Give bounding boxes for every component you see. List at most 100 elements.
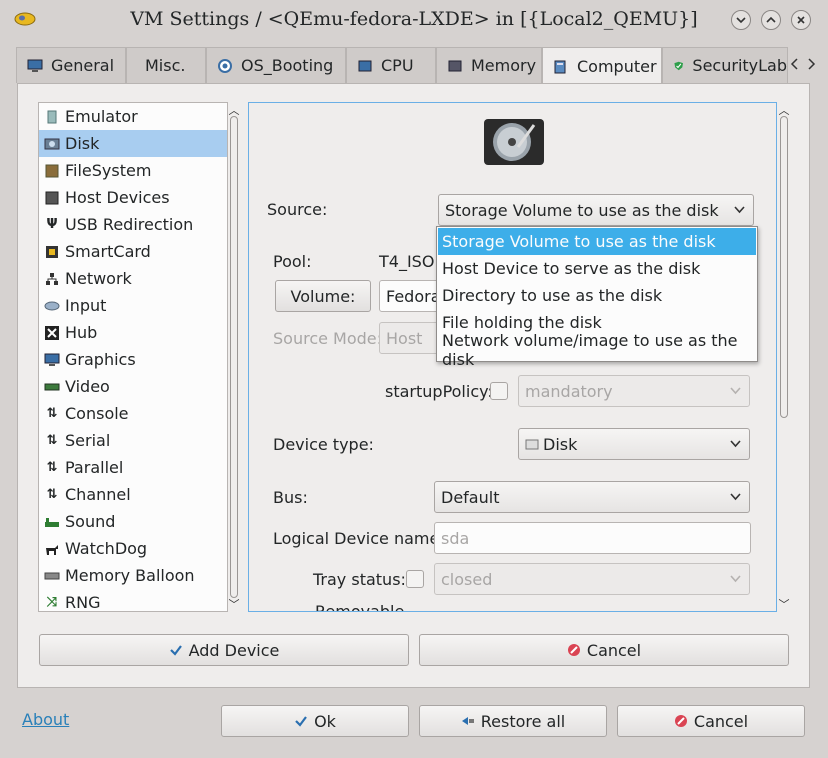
device-list-scrollbar[interactable]: ︿ ﹀ (228, 102, 240, 612)
tab-scroll-left-button[interactable] (790, 55, 800, 74)
tab-memory-label: Memory (471, 56, 537, 75)
device-label: Hub (65, 323, 98, 342)
device-list[interactable]: Emulator Disk FileSystem Host Devices ΨU… (38, 102, 228, 612)
host-devices-icon (44, 190, 60, 206)
source-select[interactable]: Storage Volume to use as the disk (438, 194, 754, 226)
cancel-label: Cancel (693, 711, 749, 731)
device-item-usb-redirection[interactable]: Ψ USB Redirection (39, 211, 227, 238)
close-icon (797, 16, 805, 24)
device-type-select[interactable]: Disk (518, 428, 750, 460)
device-label: Console (65, 404, 129, 423)
device-label: Serial (65, 431, 111, 450)
device-label: Graphics (65, 350, 136, 369)
chevron-down-icon (730, 493, 741, 501)
add-device-label: Add Device (188, 640, 280, 660)
maximize-button[interactable] (761, 10, 781, 30)
tab-misc-label: Misc. (145, 56, 186, 75)
device-item-filesystem[interactable]: FileSystem (39, 157, 227, 184)
device-item-memory-balloon[interactable]: Memory Balloon (39, 562, 227, 589)
device-label: FileSystem (65, 161, 152, 180)
device-item-smartcard[interactable]: SmartCard (39, 238, 227, 265)
emulator-icon (44, 109, 60, 125)
usb-icon: Ψ (46, 217, 58, 232)
tray-status-checkbox[interactable] (406, 570, 424, 588)
filesystem-icon (44, 163, 60, 179)
tab-general[interactable]: General (16, 47, 126, 83)
device-item-network[interactable]: Network (39, 265, 227, 292)
hard-disk-icon (484, 119, 544, 165)
tab-cpu[interactable]: CPU (346, 47, 436, 83)
device-item-hub[interactable]: Hub (39, 319, 227, 346)
tab-memory[interactable]: Memory (436, 47, 542, 83)
monitor-icon (27, 59, 43, 72)
device-item-host-devices[interactable]: Host Devices (39, 184, 227, 211)
device-item-parallel[interactable]: ⇅ Parallel (39, 454, 227, 481)
logical-device-name-label: Logical Device name: (273, 529, 445, 548)
source-label: Source: (267, 200, 328, 219)
panel-cancel-button[interactable]: Cancel (419, 634, 789, 666)
tab-cpu-label: CPU (381, 56, 414, 75)
scrollbar-thumb[interactable] (230, 116, 238, 598)
device-label: Input (65, 296, 107, 315)
cancel-button[interactable]: Cancel (617, 705, 805, 737)
pool-value: T4_ISO (379, 252, 435, 271)
graphics-icon (44, 352, 60, 368)
device-item-rng[interactable]: ⤨ RNG (39, 589, 227, 611)
chevron-down-icon (736, 17, 746, 24)
tab-securitylab[interactable]: SecurityLab (662, 47, 788, 83)
tab-scroll-right-button[interactable] (806, 55, 816, 74)
tab-general-label: General (51, 56, 115, 75)
serial-icon: ⇅ (46, 433, 58, 448)
source-option[interactable]: Storage Volume to use as the disk (438, 228, 756, 255)
memory-balloon-icon (44, 568, 60, 584)
device-item-serial[interactable]: ⇅ Serial (39, 427, 227, 454)
device-item-emulator[interactable]: Emulator (39, 103, 227, 130)
device-item-video[interactable]: Video (39, 373, 227, 400)
volume-button[interactable]: Volume: (275, 280, 371, 312)
device-item-sound[interactable]: Sound (39, 508, 227, 535)
close-button[interactable] (791, 10, 811, 30)
about-link[interactable]: About (22, 710, 69, 729)
volume-field-value: Fedora (386, 286, 441, 306)
device-item-graphics[interactable]: Graphics (39, 346, 227, 373)
source-option[interactable]: Network volume/image to use as the disk (438, 331, 756, 369)
add-device-button[interactable]: Add Device (39, 634, 409, 666)
minimize-button[interactable] (731, 10, 751, 30)
ok-button[interactable]: Ok (221, 705, 409, 737)
bus-select[interactable]: Default (434, 481, 750, 513)
shield-icon (674, 61, 683, 70)
startup-policy-label: startupPolicy: (385, 382, 493, 401)
tab-misc[interactable]: Misc. (126, 47, 206, 83)
startup-policy-select[interactable]: mandatory (518, 375, 750, 407)
tab-computer[interactable]: Computer (542, 47, 662, 85)
scrollbar-thumb[interactable] (780, 116, 788, 418)
tab-os-booting[interactable]: OS_Booting (206, 47, 346, 83)
restore-all-button[interactable]: Restore all (419, 705, 607, 737)
tab-securitylab-label: SecurityLab (692, 56, 787, 75)
device-item-channel[interactable]: ⇅ Channel (39, 481, 227, 508)
device-type-value: Disk (543, 434, 578, 454)
device-item-input[interactable]: Input (39, 292, 227, 319)
computer-icon (554, 60, 566, 73)
tray-status-value: closed (441, 569, 493, 589)
source-option[interactable]: Host Device to serve as the disk (438, 255, 756, 282)
device-item-watchdog[interactable]: WatchDog (39, 535, 227, 562)
tab-os-booting-label: OS_Booting (241, 56, 334, 75)
logical-device-name-input[interactable]: sda (434, 522, 751, 554)
source-mode-label: Source Mode: (273, 329, 383, 348)
video-icon (44, 379, 60, 395)
device-label: USB Redirection (65, 215, 194, 234)
chevron-down-icon[interactable]: ﹀ (228, 596, 240, 612)
settings-scrollbar[interactable]: ︿ ﹀ (778, 102, 790, 612)
source-dropdown-list[interactable]: Storage Volume to use as the disk Host D… (436, 226, 758, 369)
device-item-console[interactable]: ⇅ Console (39, 400, 227, 427)
chevron-left-icon (790, 58, 798, 70)
device-item-disk[interactable]: Disk (39, 130, 227, 157)
chevron-down-icon (730, 440, 741, 448)
tray-status-select[interactable]: closed (434, 563, 750, 595)
source-option[interactable]: Directory to use as the disk (438, 282, 756, 309)
tab-bar: General Misc. OS_Booting CPU Memory Comp… (16, 47, 826, 85)
startup-policy-checkbox[interactable] (490, 382, 508, 400)
os-booting-icon (218, 58, 232, 73)
chevron-down-icon[interactable]: ﹀ (778, 596, 790, 612)
